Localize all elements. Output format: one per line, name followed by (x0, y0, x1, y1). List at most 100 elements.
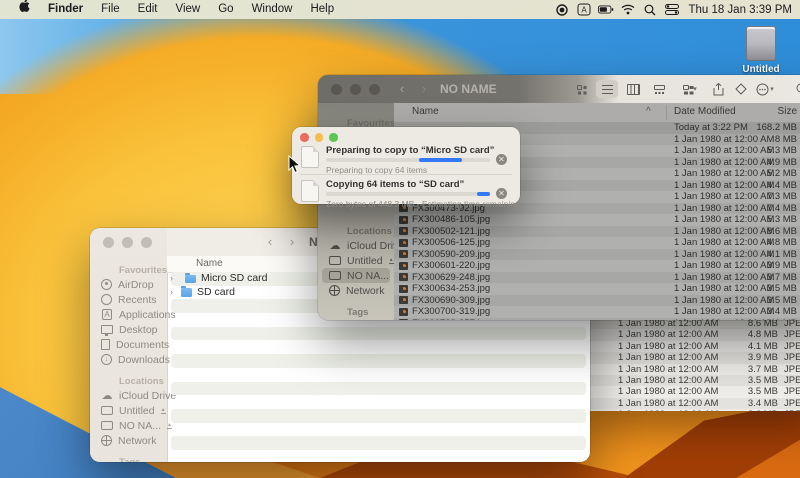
copy-progress-dialog[interactable]: Preparing to copy to “Micro SD card” ✕ P… (292, 127, 520, 204)
sidebar-item-label: Downloads (118, 354, 170, 366)
minimize-button[interactable] (122, 237, 133, 248)
stop-button[interactable]: ✕ (496, 154, 507, 165)
cell-name: FX300506-125.jpg (412, 237, 490, 249)
sidebar-item[interactable]: Tags ▲ (322, 306, 390, 319)
cell-kind: JPEG image (784, 329, 800, 340)
minimize-button[interactable] (350, 84, 361, 95)
menu-edit[interactable]: Edit (129, 0, 167, 19)
sidebar-item[interactable]: Network ▲ (322, 283, 390, 298)
empty-row (171, 354, 586, 368)
menu-bar: Finder File Edit View Go Window Help A (0, 0, 800, 19)
table-row[interactable]: 1 Jan 1980 at 12:00 AM 4.1 MB JPEG image (580, 341, 800, 352)
list-view-icon (602, 85, 613, 94)
column-size[interactable]: Size (729, 106, 797, 117)
sidebar-item[interactable]: NO NA... ▲ (94, 418, 163, 433)
sidebar-item[interactable]: Applications ▲ (94, 307, 163, 322)
table-row[interactable]: FX300601-220.jpg 1 Jan 1980 at 12:00 AM … (394, 260, 800, 272)
column-name[interactable]: Name (196, 258, 223, 269)
menu-file[interactable]: File (92, 0, 129, 19)
disclosure-chevron-icon[interactable]: › (170, 286, 173, 300)
sidebar-item[interactable]: Recents ▲ (94, 292, 163, 307)
sidebar-item[interactable]: Locations ▲ (94, 375, 163, 388)
sidebar-item[interactable]: Documents ▲ (94, 337, 163, 352)
sidebar-item[interactable]: Untitled ▲ (322, 253, 390, 268)
sidebar-item[interactable]: Downloads ▲ (94, 352, 163, 367)
table-row[interactable]: 1 Jan 1980 at 12:00 AM 3.4 MB JPEG image (580, 398, 800, 409)
icon-view-button[interactable] (570, 80, 592, 98)
sidebar-item[interactable]: Desktop ▲ (94, 322, 163, 337)
table-row[interactable]: 1 Jan 1980 at 12:00 AM 3.5 MB JPEG image (580, 386, 800, 397)
menu-go[interactable]: Go (209, 0, 242, 19)
sort-ascending-icon[interactable]: ^ (646, 106, 651, 117)
wifi-icon[interactable] (620, 3, 636, 17)
back-button[interactable]: ‹ (262, 233, 278, 251)
sidebar-item[interactable]: Locations ▲ (322, 225, 390, 238)
table-row[interactable]: 1 Jan 1980 at 12:00 AM 4.8 MB JPEG image (580, 329, 800, 340)
close-button[interactable] (103, 237, 114, 248)
back-button[interactable]: ‹ (394, 80, 410, 98)
sidebar-item[interactable]: Red ▲ (322, 319, 390, 320)
table-row[interactable]: FX300506-125.jpg 1 Jan 1980 at 12:00 AM … (394, 237, 800, 249)
sidebar-item[interactable]: iCloud Drive ▲ (94, 388, 163, 403)
input-source-icon[interactable]: A (576, 3, 592, 17)
search-icon[interactable] (642, 3, 658, 17)
image-thumbnail-icon (399, 250, 408, 258)
disclosure-chevron-icon[interactable]: › (170, 272, 173, 286)
zoom-button[interactable] (369, 84, 380, 95)
close-button[interactable] (300, 133, 309, 142)
cell-size: 4.4 MB (729, 180, 797, 192)
battery-icon[interactable] (598, 3, 614, 17)
column-view-button[interactable] (622, 80, 644, 98)
table-row[interactable]: 1 Jan 1980 at 12:00 AM 3.5 MB JPEG image (580, 375, 800, 386)
zoom-button[interactable] (141, 237, 152, 248)
apple-menu[interactable] (10, 0, 39, 19)
share-button[interactable] (708, 80, 728, 98)
titlebar[interactable]: ‹ › NO NAME ▾ ▾ (318, 75, 800, 103)
sidebar-item[interactable]: NO NA... ▲ (322, 268, 390, 283)
column-date-modified[interactable]: Date Modified (674, 106, 736, 117)
desktop: Untitled 1 Jan 1980 at 12:00 AM 8.6 MB J… (0, 0, 800, 478)
screen-record-icon[interactable] (554, 3, 570, 17)
menu-view[interactable]: View (167, 0, 210, 19)
table-row[interactable]: FX300590-209.jpg 1 Jan 1980 at 12:00 AM … (394, 249, 800, 261)
close-button[interactable] (331, 84, 342, 95)
control-center-icon[interactable] (664, 3, 680, 17)
sidebar-item[interactable]: Untitled ▲ (94, 403, 163, 418)
forward-button[interactable]: › (416, 80, 432, 98)
menu-finder[interactable]: Finder (39, 0, 92, 19)
table-row[interactable]: 1 Jan 1980 at 12:00 AM 3.6 MB JPEG image (580, 409, 800, 411)
sidebar-item[interactable]: Tags ▲ (94, 456, 163, 462)
minimize-button[interactable] (315, 133, 324, 142)
menu-window[interactable]: Window (243, 0, 302, 19)
table-row[interactable]: 1 Jan 1980 at 12:00 AM 3.7 MB JPEG image (580, 364, 800, 375)
desktop-disk-icon[interactable]: Untitled (736, 26, 786, 75)
column-name[interactable]: Name (412, 106, 439, 117)
table-row[interactable]: FX300738-357.jpg 1 Jan 1980 at 12:00 AM … (394, 318, 800, 321)
table-row[interactable]: FX300690-309.jpg 1 Jan 1980 at 12:00 AM … (394, 295, 800, 307)
table-row[interactable]: 1 Jan 1980 at 12:00 AM 3.9 MB JPEG image (580, 352, 800, 363)
list-view-button[interactable] (596, 80, 618, 98)
sidebar-item[interactable]: Network ▲ (94, 433, 163, 448)
sidebar-item[interactable]: AirDrop ▲ (94, 277, 163, 292)
cell-name: FX300590-209.jpg (412, 249, 490, 261)
stop-button[interactable]: ✕ (496, 188, 507, 199)
eject-icon[interactable]: ▲ (161, 408, 166, 414)
more-actions-button[interactable]: ▾ (755, 80, 775, 98)
menu-bar-clock[interactable]: Thu 18 Jan 3:39 PM (686, 4, 792, 16)
sidebar-item[interactable]: Favourites ▲ (94, 264, 163, 277)
menu-help[interactable]: Help (301, 0, 343, 19)
table-row[interactable]: FX300629-248.jpg 1 Jan 1980 at 12:00 AM … (394, 272, 800, 284)
gallery-view-button[interactable] (648, 80, 670, 98)
table-row[interactable]: FX300502-121.jpg 1 Jan 1980 at 12:00 AM … (394, 226, 800, 238)
group-button[interactable]: ▾ (680, 80, 700, 98)
table-row[interactable]: FX300486-105.jpg 1 Jan 1980 at 12:00 AM … (394, 214, 800, 226)
table-row[interactable]: FX300700-319.jpg 1 Jan 1980 at 12:00 AM … (394, 306, 800, 318)
search-button[interactable] (792, 80, 800, 98)
forward-button[interactable]: › (284, 233, 300, 251)
tag-button[interactable] (731, 80, 751, 98)
eject-icon[interactable]: ▲ (389, 258, 394, 264)
table-row[interactable]: FX300634-253.jpg 1 Jan 1980 at 12:00 AM … (394, 283, 800, 295)
cell-date: 1 Jan 1980 at 12:00 AM (618, 375, 718, 386)
sidebar-item[interactable]: iCloud Drive ▲ (322, 238, 390, 253)
zoom-button[interactable] (329, 133, 338, 142)
